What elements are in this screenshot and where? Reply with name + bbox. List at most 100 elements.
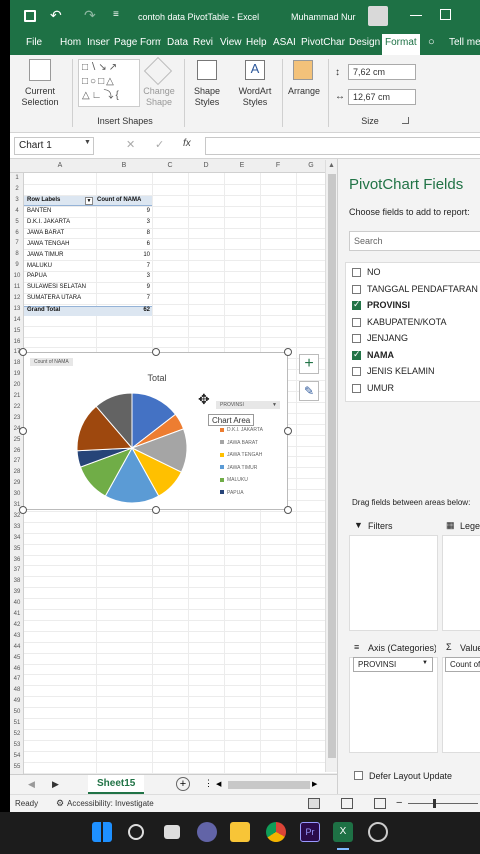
field-checkbox[interactable]	[352, 383, 361, 393]
tell-me-search[interactable]: Tell me	[449, 37, 480, 48]
row-header[interactable]: 23	[10, 415, 24, 421]
row-header[interactable]: 13	[10, 306, 24, 312]
scroll-up-icon[interactable]: ▲	[328, 162, 335, 169]
row-header[interactable]: 12	[10, 295, 24, 301]
field-checkbox[interactable]	[352, 299, 361, 310]
row-header[interactable]: 30	[10, 491, 24, 497]
arrange-button[interactable]: Arrange	[282, 86, 326, 97]
resize-handle-top-right[interactable]	[284, 348, 292, 356]
tab-formulas[interactable]: Form	[140, 37, 161, 48]
wordart-styles-button[interactable]: WordArt Styles	[232, 86, 278, 108]
normal-view-icon[interactable]	[308, 798, 320, 809]
row-header[interactable]: 15	[10, 328, 24, 334]
field-search-input[interactable]: Search	[349, 231, 480, 251]
pivot-row-label[interactable]: D.K.I. JAKARTA	[27, 219, 70, 225]
tab-data[interactable]: Data	[167, 37, 188, 48]
undo-icon[interactable]: ↶	[50, 7, 62, 24]
row-header[interactable]: 1	[10, 175, 24, 181]
resize-handle-bottom-left[interactable]	[19, 506, 27, 514]
premiere-pro-icon[interactable]: Pr	[300, 822, 320, 842]
task-view-icon[interactable]	[164, 825, 180, 839]
legend-entry[interactable]: PAPUA	[220, 484, 244, 495]
row-header[interactable]: 29	[10, 480, 24, 486]
chrome-icon[interactable]	[266, 822, 286, 842]
row-header[interactable]: 19	[10, 371, 24, 377]
pivot-row-label[interactable]: JAWA BARAT	[27, 230, 64, 236]
row-header[interactable]: 37	[10, 567, 24, 573]
values-field-count-of-nama[interactable]: Count of NAMA	[445, 657, 480, 672]
field-checkbox[interactable]	[352, 268, 361, 277]
filters-area[interactable]	[349, 535, 438, 631]
row-header[interactable]: 46	[10, 666, 24, 672]
search-icon[interactable]	[128, 824, 144, 840]
pivot-row-label[interactable]: SULAWESI SELATAN	[27, 284, 86, 290]
resize-handle-right[interactable]	[284, 427, 292, 435]
vertical-scrollbar[interactable]: ▲	[325, 160, 337, 772]
row-header[interactable]: 3	[10, 197, 24, 203]
chart-elements-button[interactable]: +	[299, 354, 319, 374]
teams-icon[interactable]	[197, 822, 217, 842]
row-header[interactable]: 44	[10, 644, 24, 650]
tab-asai[interactable]: ASAI	[273, 37, 296, 48]
field-checkbox[interactable]	[352, 284, 361, 294]
legend-area[interactable]	[442, 535, 480, 631]
pivot-row-labels-header[interactable]: Row Labels	[27, 197, 60, 203]
accessibility-status[interactable]: Accessibility: Investigate	[67, 799, 154, 808]
defer-layout-checkbox[interactable]	[354, 771, 363, 780]
axis-field-dropdown-icon[interactable]: ▼	[422, 660, 428, 666]
tab-design[interactable]: Design	[349, 37, 380, 48]
row-header[interactable]: 35	[10, 546, 24, 552]
excel-icon[interactable]: X	[333, 822, 353, 842]
obs-icon[interactable]	[368, 822, 388, 842]
tab-view[interactable]: View	[220, 37, 242, 48]
horizontal-scrollbar[interactable]	[228, 781, 310, 789]
row-header[interactable]: 11	[10, 284, 24, 290]
column-header[interactable]: A	[24, 162, 96, 169]
change-shape-button[interactable]: Change Shape	[139, 86, 179, 108]
row-header[interactable]: 52	[10, 731, 24, 737]
user-name[interactable]: Muhammad Nur	[291, 12, 356, 22]
row-header[interactable]: 25	[10, 437, 24, 443]
row-header[interactable]: 7	[10, 240, 24, 246]
enter-icon[interactable]: ✓	[155, 138, 164, 151]
maximize-icon[interactable]	[440, 9, 451, 20]
scroll-tabs-left-icon[interactable]: ◀	[28, 779, 35, 790]
minimize-icon[interactable]	[410, 15, 422, 16]
legend-entry[interactable]: JAWA TENGAH	[220, 446, 262, 458]
zoom-slider[interactable]	[408, 803, 478, 804]
pivot-row-label[interactable]: MALUKU	[27, 263, 52, 269]
row-header[interactable]: 42	[10, 622, 24, 628]
row-header[interactable]: 28	[10, 469, 24, 475]
row-header[interactable]: 20	[10, 382, 24, 388]
avatar[interactable]	[368, 6, 388, 26]
tab-help[interactable]: Help	[246, 37, 267, 48]
pivot-row-label[interactable]: BANTEN	[27, 208, 51, 214]
page-layout-view-icon[interactable]	[341, 798, 353, 809]
tab-home[interactable]: Home	[60, 37, 81, 48]
column-header[interactable]: G	[296, 162, 326, 169]
sheet-tab-sheet15[interactable]: Sheet15	[88, 775, 145, 794]
cancel-icon[interactable]: ✕	[126, 138, 135, 151]
tab-insert[interactable]: Insert	[87, 37, 110, 48]
chart-styles-button[interactable]: ✎	[299, 381, 319, 401]
row-header[interactable]: 55	[10, 764, 24, 770]
row-header[interactable]: 41	[10, 611, 24, 617]
resize-handle-top[interactable]	[152, 348, 160, 356]
row-header[interactable]: 27	[10, 458, 24, 464]
height-field[interactable]: 7,62 cm	[348, 64, 416, 80]
row-header[interactable]: 21	[10, 393, 24, 399]
legend-entry[interactable]: MALUKU	[220, 471, 248, 483]
row-header[interactable]: 5	[10, 219, 24, 225]
insert-function-icon[interactable]: fx	[183, 138, 191, 149]
row-header[interactable]: 36	[10, 557, 24, 563]
scroll-tabs-right-icon[interactable]: ▶	[52, 779, 59, 790]
horizontal-scroll-right-icon[interactable]: ▶	[312, 780, 317, 788]
field-checkbox[interactable]	[352, 367, 361, 376]
zoom-slider-thumb[interactable]	[433, 799, 436, 808]
row-header[interactable]: 9	[10, 262, 24, 268]
size-dialog-launcher-icon[interactable]	[402, 117, 409, 124]
legend-field-button[interactable]: PROVINSI ▼	[216, 401, 280, 409]
qat-customize-icon[interactable]: ≡	[113, 9, 119, 20]
row-header[interactable]: 10	[10, 273, 24, 279]
row-header[interactable]: 22	[10, 404, 24, 410]
